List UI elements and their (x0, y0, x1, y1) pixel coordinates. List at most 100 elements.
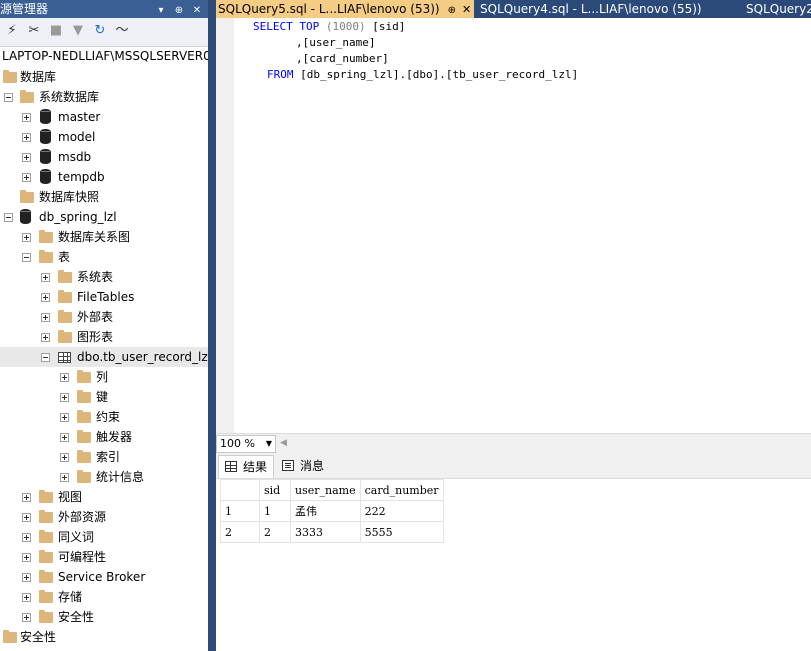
folder-icon (39, 250, 53, 263)
folder-icon (3, 630, 17, 643)
expand-icon[interactable] (41, 273, 50, 282)
collapse-icon[interactable] (41, 353, 50, 362)
messages-icon (282, 460, 294, 471)
collapse-icon[interactable] (4, 213, 13, 222)
code-line-4: FROM [db_spring_lzl].[dbo].[tb_user_reco… (267, 68, 579, 81)
activity-monitor-icon[interactable]: 〜 (114, 23, 130, 39)
expand-icon[interactable] (60, 393, 69, 402)
disconnect-icon[interactable]: ✂ (26, 23, 42, 39)
results-grid[interactable]: sid user_name card_number 1 1 孟伟 222 2 2… (220, 479, 444, 543)
expand-icon[interactable] (41, 333, 50, 342)
expand-icon[interactable] (22, 493, 31, 502)
tab-sqlquery2[interactable]: SQLQuery2 (746, 0, 811, 18)
column-header[interactable]: sid (259, 479, 291, 501)
folder-icon (39, 490, 53, 503)
grid-cell[interactable]: 1 (259, 500, 291, 522)
folder-icon (20, 90, 34, 103)
object-explorer-title-bar: 源管理器 ▾ ⊕ ✕ (0, 0, 208, 18)
expand-icon[interactable] (60, 473, 69, 482)
editor-gutter (216, 18, 232, 433)
zoom-select[interactable]: 100 % ▼ (216, 435, 276, 453)
object-explorer: 源管理器 ▾ ⊕ ✕ ⚡ ✂ ■ ▼ ↻ 〜 LAPTOP-NEDLLIAF\MSS… (0, 0, 208, 651)
filter-icon[interactable]: ▼ (70, 23, 86, 39)
tab-label: SQLQuery4.sql - L...LIAF\lenovo (55)) (480, 2, 702, 16)
query-editor[interactable]: SELECT TOP (1000) [sid] ,[user_name] ,[c… (216, 18, 811, 433)
database-icon (20, 209, 31, 224)
expand-icon[interactable] (22, 593, 31, 602)
scroll-left-icon[interactable]: ◀ (280, 438, 287, 448)
document-tab-bar: SQLQuery5.sql - L...LIAF\lenovo (53)) ⊕ ✕ … (216, 0, 811, 18)
grid-cell[interactable]: 222 (359, 500, 444, 522)
expand-icon[interactable] (22, 113, 31, 122)
expand-icon[interactable] (22, 513, 31, 522)
tree-node-user-table[interactable]: dbo.tb_user_record_lz (0, 347, 208, 367)
row-number-header[interactable] (220, 479, 260, 501)
folder-icon (20, 190, 34, 203)
collapse-icon[interactable] (22, 253, 31, 262)
editor-margin (232, 18, 234, 433)
results-pane: sid user_name card_number 1 1 孟伟 222 2 2… (216, 479, 811, 651)
expand-icon[interactable] (22, 153, 31, 162)
panel-splitter[interactable] (208, 0, 216, 651)
tab-label: SQLQuery2 (746, 2, 811, 16)
connect-icon[interactable]: ⚡ (4, 23, 20, 39)
folder-icon (58, 330, 72, 343)
folder-icon (58, 270, 72, 283)
folder-icon (39, 550, 53, 563)
result-tab-bar: 结果 消息 (216, 453, 811, 479)
pin-icon[interactable]: ⊕ (172, 2, 186, 18)
tab-results[interactable]: 结果 (218, 455, 275, 478)
table-row[interactable]: 1 1 孟伟 222 (220, 500, 444, 522)
pin-icon[interactable]: ⊕ (448, 5, 456, 16)
close-icon[interactable]: ✕ (462, 3, 471, 16)
expand-icon[interactable] (22, 613, 31, 622)
folder-icon (77, 470, 91, 483)
collapse-icon[interactable] (4, 93, 13, 102)
tab-label: SQLQuery5.sql - L...LIAF\lenovo (53)) (218, 2, 440, 16)
expand-icon[interactable] (22, 133, 31, 142)
expand-icon[interactable] (22, 173, 31, 182)
stop-icon[interactable]: ■ (48, 23, 64, 39)
grid-cell[interactable]: 2 (259, 521, 291, 543)
expand-icon[interactable] (41, 313, 50, 322)
folder-icon (77, 410, 91, 423)
tab-messages[interactable]: 消息 (276, 455, 330, 477)
row-number[interactable]: 2 (220, 521, 260, 543)
object-explorer-title: 源管理器 (0, 2, 49, 16)
expand-icon[interactable] (41, 293, 50, 302)
grid-cell[interactable]: 孟伟 (290, 500, 361, 522)
folder-icon (39, 510, 53, 523)
tab-sqlquery5[interactable]: SQLQuery5.sql - L...LIAF\lenovo (53)) ⊕ ✕ (216, 0, 474, 18)
folder-icon (39, 590, 53, 603)
expand-icon[interactable] (22, 573, 31, 582)
folder-icon (39, 570, 53, 583)
dropdown-icon[interactable]: ▾ (154, 2, 168, 18)
expand-icon[interactable] (22, 553, 31, 562)
column-header[interactable]: card_number (359, 479, 444, 501)
row-number[interactable]: 1 (220, 500, 260, 522)
folder-icon (77, 390, 91, 403)
server-node[interactable]: LAPTOP-NEDLLIAF\MSSQLSERVER0 (2, 49, 208, 63)
column-header[interactable]: user_name (290, 479, 361, 501)
expand-icon[interactable] (22, 533, 31, 542)
folder-icon (77, 450, 91, 463)
close-icon[interactable]: ✕ (190, 2, 204, 18)
database-icon (40, 169, 51, 184)
expand-icon[interactable] (60, 453, 69, 462)
grid-cell[interactable]: 5555 (359, 521, 444, 543)
folder-icon (39, 610, 53, 623)
grid-cell[interactable]: 3333 (290, 521, 361, 543)
folder-icon (39, 530, 53, 543)
expand-icon[interactable] (60, 433, 69, 442)
editor-status-bar: 100 % ▼ ◀ (216, 433, 811, 453)
expand-icon[interactable] (60, 413, 69, 422)
database-icon (40, 129, 51, 144)
refresh-icon[interactable]: ↻ (92, 23, 108, 39)
folder-icon (58, 310, 72, 323)
grid-header-row: sid user_name card_number (220, 479, 444, 501)
expand-icon[interactable] (22, 233, 31, 242)
expand-icon[interactable] (60, 373, 69, 382)
tab-sqlquery4[interactable]: SQLQuery4.sql - L...LIAF\lenovo (55)) (480, 0, 702, 18)
table-row[interactable]: 2 2 3333 5555 (220, 521, 444, 543)
code-line-2: ,[user_name] (296, 36, 376, 49)
